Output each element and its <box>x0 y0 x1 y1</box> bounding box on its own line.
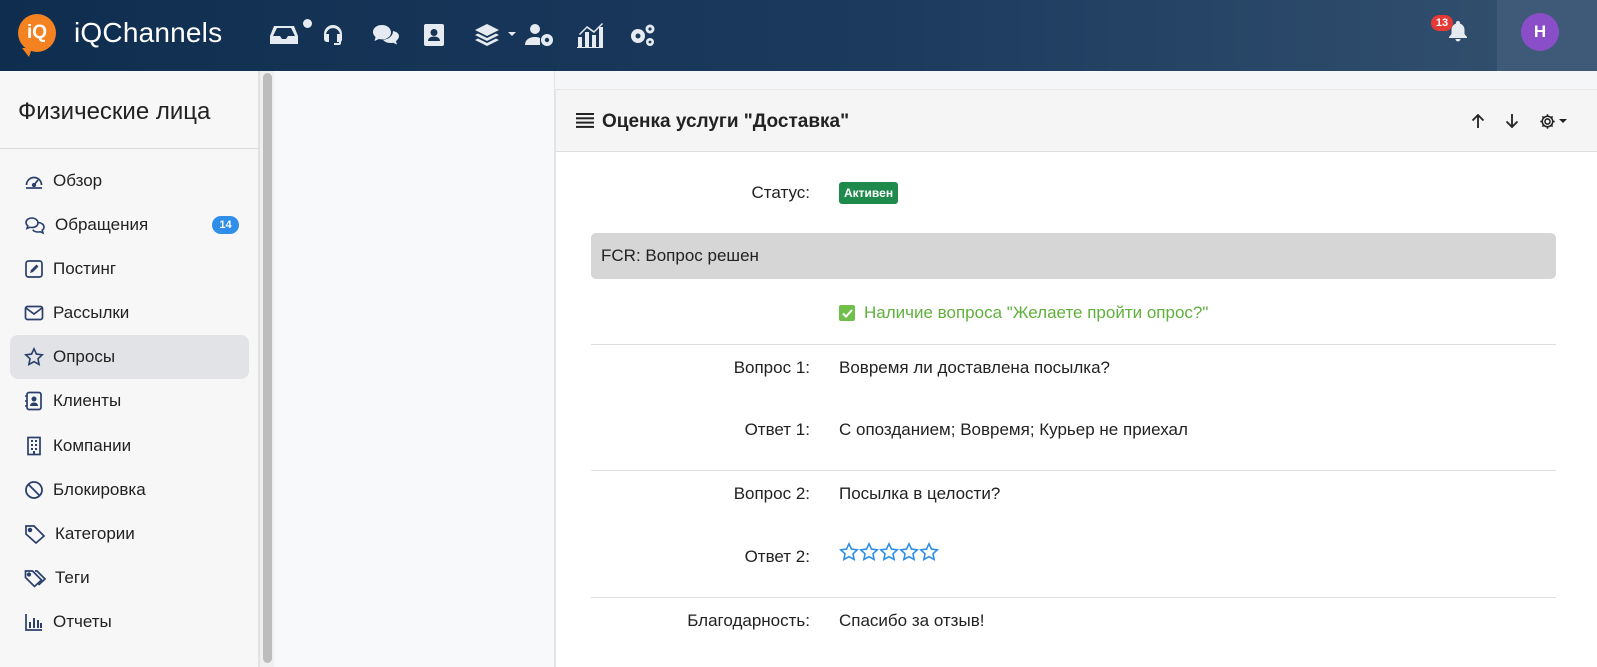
arrow-down-icon <box>1505 114 1519 129</box>
sidebar-item-categories[interactable]: Категории <box>10 512 249 556</box>
sidebar-scroll-thumb[interactable] <box>263 73 272 663</box>
divider <box>591 344 1556 345</box>
star-outline-icon <box>899 542 919 562</box>
chat-icon[interactable] <box>372 18 423 52</box>
sidebar-item-label: Теги <box>55 568 90 587</box>
sidebar-item-label: Компании <box>53 436 132 455</box>
answer-1-value: С опозданием; Вовремя; Курьер не приехал <box>839 420 1188 439</box>
sidebar-item-mailings[interactable]: Рассылки <box>10 291 249 335</box>
sidebar-item-label: Категории <box>55 524 135 543</box>
client-icon <box>25 391 42 411</box>
survey-list-pane <box>274 71 555 667</box>
analytics-icon[interactable] <box>576 18 627 52</box>
cogs-icon[interactable] <box>627 18 678 52</box>
tag-icon <box>25 525 46 544</box>
thanks-label: Благодарность: <box>687 611 810 630</box>
sidebar-item-requests[interactable]: Обращения 14 <box>10 203 249 247</box>
sidebar-item-label: Блокировка <box>53 480 146 499</box>
settings-caret-icon <box>1559 119 1567 123</box>
layers-icon[interactable] <box>474 18 525 52</box>
main-nav <box>270 18 678 52</box>
sidebar-item-surveys[interactable]: Опросы <box>10 335 249 379</box>
sidebar-title: Физические лица <box>18 98 211 125</box>
avatar[interactable]: H <box>1521 13 1559 51</box>
sidebar-item-label: Отчеты <box>53 612 112 631</box>
page-title: Оценка услуги "Доставка" <box>602 111 850 132</box>
star-outline-icon <box>919 542 939 562</box>
sidebar-item-posting[interactable]: Постинг <box>10 247 249 291</box>
user-menu[interactable]: H <box>1497 0 1597 71</box>
question-1-value: Вовремя ли доставлена посылка? <box>839 358 1111 377</box>
sidebar-item-label: Опросы <box>53 347 116 366</box>
sidebar-item-label: Постинг <box>53 259 117 278</box>
headset-icon[interactable] <box>321 18 372 52</box>
requests-count-badge: 14 <box>212 216 239 234</box>
sidebar: Физические лица Обзор Обращения 14 Пости… <box>0 71 259 667</box>
layers-dropdown-caret <box>508 32 516 36</box>
settings-dropdown-button[interactable] <box>1535 109 1559 133</box>
inbox-icon[interactable] <box>270 18 321 52</box>
sidebar-item-blocking[interactable]: Блокировка <box>10 468 249 512</box>
opt-in-question-label: Наличие вопроса "Желаете пройти опрос?" <box>864 303 1209 322</box>
top-navbar: iQ iQChannels 13 H <box>0 0 1597 71</box>
section-header: FCR: Вопрос решен <box>591 233 1556 279</box>
divider <box>591 597 1556 598</box>
question-2-label: Вопрос 2: <box>733 484 810 503</box>
dashboard-icon <box>25 176 43 189</box>
sidebar-item-reports[interactable]: Отчеты <box>10 600 249 644</box>
sidebar-item-label: Обзор <box>53 171 103 190</box>
envelope-icon <box>24 305 44 321</box>
bar-chart-icon <box>25 614 42 631</box>
app-logo: iQ <box>18 14 56 57</box>
divider <box>591 470 1556 471</box>
star-outline-icon <box>879 542 899 562</box>
contacts-icon[interactable] <box>423 18 474 52</box>
sidebar-item-label: Клиенты <box>53 391 122 410</box>
arrow-up-icon <box>1471 113 1485 128</box>
bell-icon[interactable] <box>1448 20 1468 47</box>
edit-icon <box>25 260 43 278</box>
checkbox-checked-icon[interactable] <box>839 305 855 321</box>
sidebar-item-label: Рассылки <box>53 303 130 322</box>
answer-1-label: Ответ 1: <box>744 420 810 439</box>
sidebar-item-clients[interactable]: Клиенты <box>10 379 249 423</box>
opt-in-question-row[interactable]: Наличие вопроса "Желаете пройти опрос?" <box>839 303 1208 323</box>
comments-icon <box>25 217 45 235</box>
gear-icon <box>1539 113 1555 129</box>
sidebar-item-tags[interactable]: Теги <box>10 556 249 600</box>
user-settings-icon[interactable] <box>525 18 576 52</box>
sidebar-item-companies[interactable]: Компании <box>10 424 249 468</box>
question-1-label: Вопрос 1: <box>733 358 810 377</box>
sidebar-divider <box>0 148 259 149</box>
tags-icon <box>24 570 46 588</box>
question-2-value: Посылка в целости? <box>839 484 1001 503</box>
card-header: Оценка услуги "Доставка" <box>556 90 1597 152</box>
menu-icon[interactable] <box>576 112 594 128</box>
star-outline-icon <box>859 542 879 562</box>
building-icon <box>27 436 41 456</box>
app-name: iQChannels <box>74 17 223 48</box>
sidebar-item-overview[interactable]: Обзор <box>10 159 249 203</box>
block-icon <box>25 481 43 499</box>
answer-2-rating <box>839 542 939 562</box>
star-outline-icon <box>839 542 859 562</box>
status-badge: Активен <box>839 182 899 204</box>
inbox-unread-dot <box>303 19 312 28</box>
sidebar-scrollbar[interactable] <box>259 71 274 667</box>
star-icon <box>24 347 44 367</box>
status-label: Статус: <box>751 183 810 202</box>
move-down-button[interactable] <box>1500 109 1524 133</box>
survey-detail-card: Оценка услуги "Доставка" Статус: Активен… <box>555 89 1597 667</box>
answer-2-label: Ответ 2: <box>744 547 810 566</box>
move-up-button[interactable] <box>1466 109 1490 133</box>
brand[interactable]: iQ iQChannels <box>18 14 223 57</box>
sidebar-item-label: Обращения <box>55 215 149 234</box>
thanks-value: Спасибо за отзыв! <box>839 611 985 630</box>
